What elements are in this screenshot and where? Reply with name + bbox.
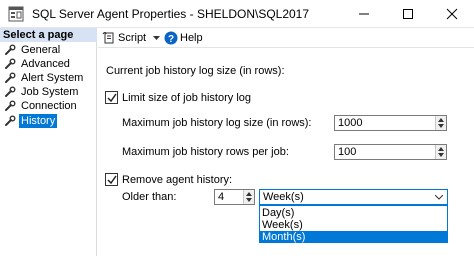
sidebar-item-label: Alert System bbox=[21, 72, 84, 84]
max-log-size-spinner[interactable] bbox=[435, 116, 446, 130]
wrench-icon bbox=[5, 100, 16, 111]
chevron-down-icon bbox=[435, 195, 443, 200]
help-icon: ? bbox=[164, 31, 178, 45]
limit-size-label: Limit size of job history log bbox=[122, 92, 251, 104]
limit-size-checkbox[interactable] bbox=[105, 91, 118, 104]
spin-down-icon bbox=[246, 198, 252, 202]
spin-down-icon bbox=[438, 124, 444, 128]
spin-up-icon bbox=[438, 147, 444, 151]
app-icon bbox=[8, 6, 24, 22]
script-label: Script bbox=[118, 32, 147, 44]
spin-up-icon bbox=[246, 192, 252, 196]
help-label: Help bbox=[180, 32, 203, 44]
older-than-spinner[interactable] bbox=[243, 190, 254, 204]
sidebar-item-label: General bbox=[21, 44, 61, 56]
time-unit-selected: Week(s) bbox=[263, 191, 304, 203]
max-rows-per-job-label: Maximum job history rows per job: bbox=[122, 146, 289, 158]
wrench-icon bbox=[5, 58, 16, 69]
maximize-icon bbox=[403, 9, 413, 19]
select-page-header: Select a page bbox=[0, 28, 97, 42]
wrench-icon bbox=[5, 44, 16, 55]
current-log-size-label: Current job history log size (in rows): bbox=[106, 65, 285, 77]
dropdown-option-weeks[interactable]: Week(s) bbox=[260, 219, 447, 231]
toolbar: Script ? Help bbox=[98, 28, 474, 48]
sidebar-item-label: History bbox=[19, 114, 58, 128]
minimize-button[interactable] bbox=[342, 0, 386, 28]
chevron-down-icon bbox=[153, 36, 160, 40]
older-than-value: 4 bbox=[218, 191, 225, 203]
max-rows-per-job-value: 100 bbox=[338, 146, 357, 158]
sidebar-item-label: Job System bbox=[21, 86, 79, 98]
maximize-button[interactable] bbox=[386, 0, 430, 28]
remove-history-label: Remove agent history: bbox=[122, 174, 233, 186]
sidebar-item-label: Connection bbox=[21, 100, 77, 112]
checkmark-icon bbox=[107, 175, 117, 185]
max-rows-per-job-input[interactable]: 100 bbox=[334, 144, 447, 160]
max-log-size-value: 1000 bbox=[338, 117, 363, 129]
minimize-icon bbox=[359, 13, 369, 15]
sidebar-item-label: Advanced bbox=[21, 58, 70, 70]
script-icon bbox=[102, 32, 114, 44]
remove-history-checkbox[interactable] bbox=[105, 173, 118, 186]
help-button[interactable]: ? Help bbox=[164, 30, 204, 46]
script-button[interactable]: Script bbox=[102, 30, 160, 46]
spin-down-icon bbox=[438, 153, 444, 157]
wrench-icon bbox=[5, 86, 16, 97]
dropdown-option-months[interactable]: Month(s) bbox=[260, 231, 447, 243]
wrench-icon bbox=[5, 115, 16, 126]
older-than-label: Older than: bbox=[122, 191, 177, 203]
time-unit-select[interactable]: Week(s) bbox=[259, 189, 448, 205]
max-log-size-input[interactable]: 1000 bbox=[334, 115, 447, 131]
max-rows-per-job-spinner[interactable] bbox=[435, 145, 446, 159]
dropdown-option-days[interactable]: Day(s) bbox=[260, 207, 447, 219]
window-title: SQL Server Agent Properties - SHELDON\SQ… bbox=[32, 7, 310, 21]
time-unit-dropdown: Day(s) Week(s) Month(s) bbox=[259, 205, 448, 243]
title-bar: SQL Server Agent Properties - SHELDON\SQ… bbox=[0, 0, 474, 28]
close-icon bbox=[446, 8, 458, 20]
spin-up-icon bbox=[438, 118, 444, 122]
page-selector-pane: Select a page General Advanced Alert Sys… bbox=[0, 28, 97, 256]
max-log-size-label: Maximum job history log size (in rows): bbox=[122, 117, 312, 129]
close-button[interactable] bbox=[430, 0, 474, 28]
older-than-input[interactable]: 4 bbox=[214, 189, 255, 205]
wrench-icon bbox=[5, 72, 16, 83]
history-page: Script ? Help Current job history log si… bbox=[98, 28, 474, 256]
svg-text:?: ? bbox=[168, 34, 174, 45]
checkmark-icon bbox=[107, 93, 117, 103]
